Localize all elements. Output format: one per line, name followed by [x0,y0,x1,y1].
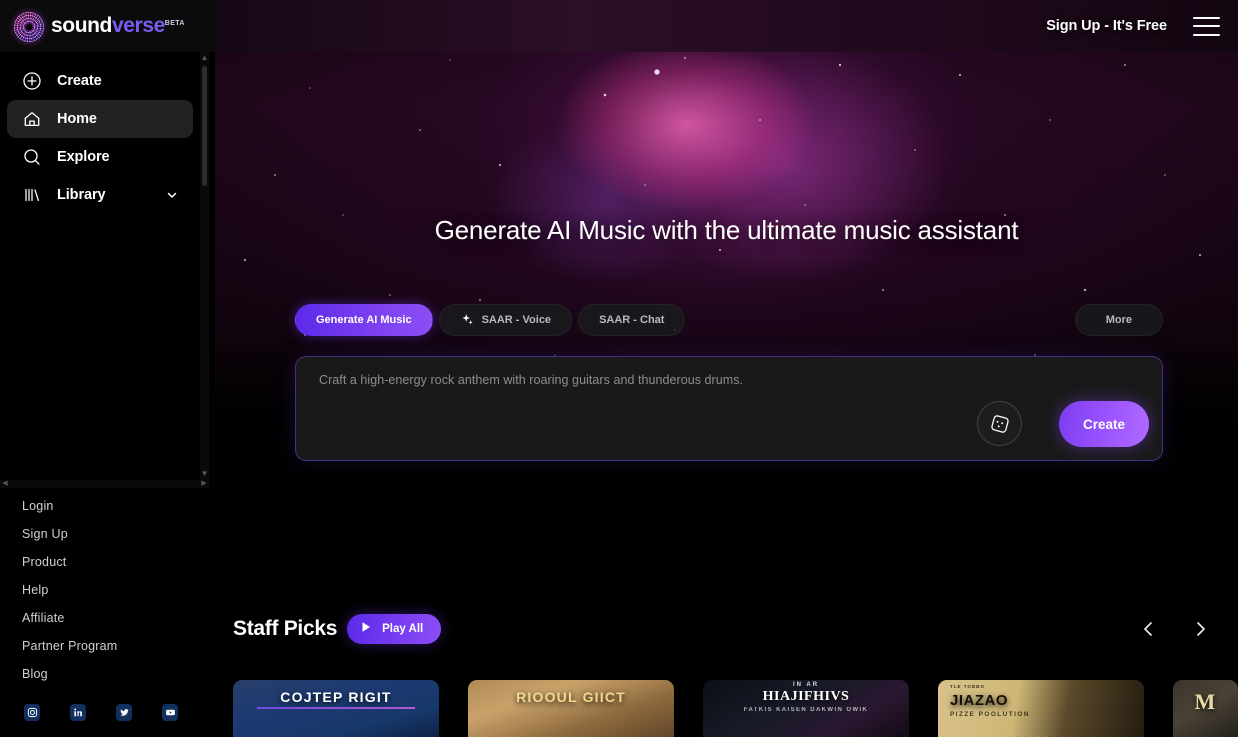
play-triangle-icon [358,619,374,640]
sidebar-item-label: Library [57,187,106,203]
sidebar-item-label: Home [57,111,97,127]
footer-link-affiliate[interactable]: Affiliate [22,604,178,632]
track-title: M [1194,689,1217,714]
twitter-icon[interactable] [116,704,132,721]
sidebar-item-label: Create [57,73,102,89]
tab-label: SAAR - Voice [481,314,552,326]
app-root: soundverse BETA Sign Up - It's Free Crea… [0,0,1238,737]
carousel-controls [1138,617,1220,641]
tab-saar-voice[interactable]: SAAR - Voice [438,304,573,336]
tab-generate-ai-music[interactable]: Generate AI Music [295,304,433,336]
plus-circle-icon [21,70,43,92]
track-card[interactable]: COJTEP RIGIT [233,680,439,737]
sidebar-vertical-scrollbar[interactable]: ▲ ▼ [200,52,209,480]
staff-picks-carousel[interactable]: COJTEP RIGIT RIOOUL GIICT IN AR HIAJIFHI… [233,680,1238,737]
prompt-input-placeholder[interactable]: Craft a high-energy rock anthem with roa… [319,373,1102,387]
create-button[interactable]: Create [1059,401,1149,447]
sidebar-item-library[interactable]: Library [7,176,193,214]
title-underline [257,707,415,709]
track-card[interactable]: RIOOUL GIICT [468,680,674,737]
tab-saar-chat[interactable]: SAAR - Chat [578,304,686,336]
track-subtitle: PIZZE POOLUTION [950,711,1030,718]
sidebar-footer: Login Sign Up Product Help Affiliate Par… [0,492,200,721]
soundverse-circle-logo-icon [14,11,44,42]
track-title: RIOOUL GIICT [516,689,626,705]
hero-content: Generate AI Music with the ultimate musi… [215,0,1238,480]
play-all-button[interactable]: Play All [347,614,442,644]
scrollbar-thumb[interactable] [202,66,207,186]
sidebar-item-create[interactable]: Create [7,62,193,100]
track-pretitle: IN AR [792,682,820,688]
footer-link-login[interactable]: Login [22,492,178,520]
brand-area: soundverse BETA [0,0,215,52]
scroll-down-icon[interactable]: ▼ [200,468,209,480]
hamburger-menu-icon[interactable] [1193,16,1220,36]
hero-section: Generate AI Music with the ultimate musi… [215,0,1238,480]
track-title: COJTEP RIGIT [280,689,392,705]
dice-randomize-icon[interactable] [977,401,1022,446]
top-bar: soundverse BETA Sign Up - It's Free [0,0,1238,52]
sidebar-nav: Create Home Explore Library [0,52,200,480]
chevron-right-icon[interactable] [1190,617,1210,641]
tab-label: SAAR - Chat [599,314,665,326]
mode-tabs: Generate AI Music SAAR - Voice SAAR - Ch… [295,304,1163,336]
track-card[interactable]: TLE TOBBO JIAZAO PIZZE POOLUTION [938,680,1144,737]
logo-word-verse: verse [112,13,165,37]
sidebar-item-home[interactable]: Home [7,100,193,138]
track-card[interactable]: M [1173,680,1238,737]
track-subtitle: FATKIS KAISEN DAKWIN OWIK [743,707,869,713]
track-title: HIAJIFHIVS [762,689,850,704]
page-title: Generate AI Music with the ultimate musi… [434,215,1019,245]
track-card[interactable]: IN AR HIAJIFHIVS FATKIS KAISEN DAKWIN OW… [703,680,909,737]
staff-picks-header: Staff Picks Play All [233,608,1220,650]
logo[interactable]: soundverse BETA [14,11,184,42]
sidebar: Create Home Explore Library ▲ ▼ ◀ ▶ Logi… [0,52,215,737]
sidebar-item-explore[interactable]: Explore [7,138,193,176]
tab-label: Generate AI Music [316,314,412,326]
scroll-up-icon[interactable]: ▲ [200,52,209,64]
youtube-icon[interactable] [162,704,178,721]
tab-more-button[interactable]: More [1074,304,1163,336]
instagram-icon[interactable] [24,704,40,721]
logo-word-sound: sound [51,13,112,37]
section-title: Staff Picks [233,617,338,640]
track-title: JIAZAO [950,692,1009,709]
track-pretitle: TLE TOBBO [950,684,985,689]
linkedin-icon[interactable] [70,704,86,721]
scroll-left-icon[interactable]: ◀ [0,480,10,488]
footer-link-blog[interactable]: Blog [22,660,178,688]
chevron-down-icon[interactable] [165,188,179,202]
footer-link-product[interactable]: Product [22,548,178,576]
tab-label: More [1105,314,1132,326]
play-all-label: Play All [382,623,424,635]
sidebar-horizontal-scrollbar[interactable]: ◀ ▶ [0,480,209,488]
books-icon [21,184,43,206]
social-links [22,704,178,721]
staff-picks-section: Staff Picks Play All COJTEP RIGIT RIOOUL… [215,600,1238,737]
signup-button[interactable]: Sign Up - It's Free [1046,18,1167,34]
footer-link-help[interactable]: Help [22,576,178,604]
footer-link-partner-program[interactable]: Partner Program [22,632,178,660]
scroll-right-icon[interactable]: ▶ [199,480,209,488]
beta-badge: BETA [164,19,185,27]
footer-link-signup[interactable]: Sign Up [22,520,178,548]
search-icon [21,146,43,168]
chevron-left-icon[interactable] [1138,617,1158,641]
top-bar-actions: Sign Up - It's Free [215,0,1238,52]
sparkle-icon [460,313,474,327]
sidebar-item-label: Explore [57,149,110,165]
logo-wordmark: soundverse BETA [51,11,184,41]
prompt-input-container[interactable]: Craft a high-energy rock anthem with roa… [295,356,1163,461]
home-icon [21,108,43,130]
